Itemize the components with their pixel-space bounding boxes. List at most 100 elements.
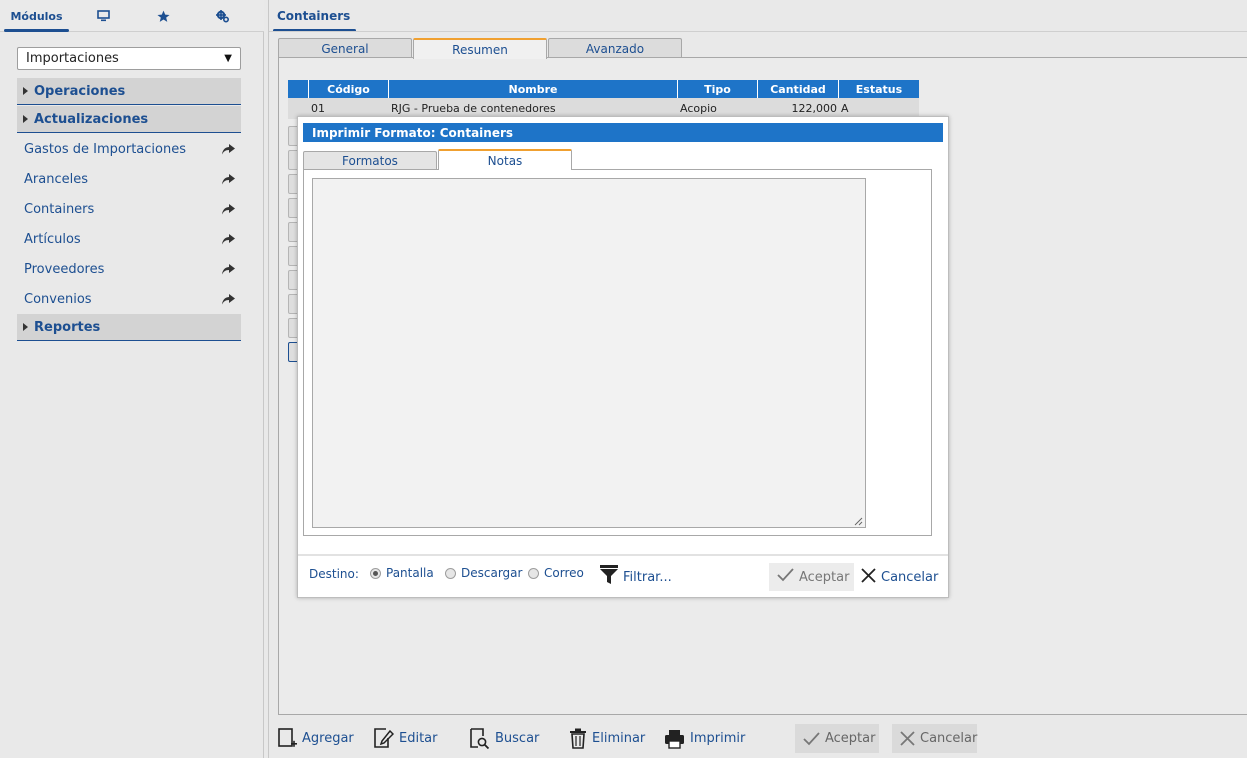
nav-item-articulos[interactable]: Artículos <box>17 224 241 254</box>
page-tab-label: Containers <box>277 9 351 23</box>
close-icon <box>900 731 915 746</box>
nav-item-label: Artículos <box>24 231 81 247</box>
grid-column-header[interactable]: Código <box>309 80 389 98</box>
caret-right-icon <box>23 87 28 95</box>
nav-item-label: Containers <box>24 201 95 217</box>
print-button[interactable]: Imprimir <box>664 724 745 753</box>
grid-header: Código Nombre Tipo Cantidad Estatus <box>288 80 919 98</box>
tab-formatos[interactable]: Formatos <box>303 151 437 170</box>
radio-button-selected[interactable] <box>370 567 381 579</box>
notes-textarea[interactable] <box>312 178 866 528</box>
dialog-title: Imprimir Formato: Containers <box>303 123 943 142</box>
share-arrow-icon <box>222 173 235 185</box>
share-arrow-icon <box>222 233 235 245</box>
add-button[interactable]: Agregar <box>278 724 354 753</box>
nav-item-aranceles[interactable]: Aranceles <box>17 164 241 194</box>
grid-header-selector <box>288 80 309 98</box>
left-panel: Módulos Importaciones ▼ Operaciones Actu… <box>0 0 264 758</box>
grid-column-header[interactable]: Tipo <box>678 80 758 98</box>
dialog-accept-button[interactable]: Aceptar <box>769 563 854 591</box>
monitor-icon <box>96 10 110 22</box>
search-button[interactable]: Buscar <box>470 724 539 753</box>
dialog-cancel-label: Cancelar <box>881 569 939 585</box>
module-select[interactable]: Importaciones ▼ <box>17 47 241 70</box>
dialog-accept-label: Aceptar <box>799 569 850 585</box>
dialog-cancel-button[interactable]: Cancelar <box>861 563 938 591</box>
search-document-icon <box>470 727 490 750</box>
destino-label: Destino: <box>309 567 359 581</box>
tab-label: Resumen <box>452 42 508 57</box>
share-arrow-icon <box>222 293 235 305</box>
notes-panel <box>303 169 932 536</box>
nav-item-containers[interactable]: Containers <box>17 194 241 224</box>
share-arrow-icon <box>222 263 235 275</box>
divider <box>298 554 948 556</box>
tab-avanzado[interactable]: Avanzado <box>548 38 682 58</box>
cancel-button[interactable]: Cancelar <box>892 724 977 753</box>
accept-button-label: Aceptar <box>825 731 876 746</box>
checkmark-icon <box>803 731 820 746</box>
tab-label: Notas <box>487 153 523 168</box>
edit-button-label: Editar <box>399 731 438 746</box>
tab-modulos-label: Módulos <box>10 9 63 23</box>
destino-label-text: Destino: <box>309 567 359 581</box>
grid-column-header[interactable]: Nombre <box>389 80 678 98</box>
tab-general[interactable]: General <box>278 38 412 58</box>
module-select-value: Importaciones <box>26 51 119 66</box>
nav-item-label: Proveedores <box>24 261 105 277</box>
radio-label: Pantalla <box>386 566 434 580</box>
cancel-button-label: Cancelar <box>920 731 978 746</box>
add-button-label: Agregar <box>302 731 354 746</box>
radio-button[interactable] <box>445 567 456 579</box>
radio-descargar[interactable]: Descargar <box>445 566 522 580</box>
share-arrow-icon <box>222 203 235 215</box>
tab-modulos[interactable]: Módulos <box>2 0 71 32</box>
nav-item-label: Gastos de Importaciones <box>24 141 186 157</box>
tab-settings[interactable] <box>191 0 255 32</box>
page-tab-containers[interactable]: Containers <box>271 0 357 32</box>
grid-column-header[interactable]: Cantidad <box>758 80 839 98</box>
delete-button[interactable]: Eliminar <box>569 724 645 753</box>
grid-column-header[interactable]: Estatus <box>839 80 919 98</box>
edit-button[interactable]: Editar <box>374 724 438 753</box>
nav-item-convenios[interactable]: Convenios <box>17 284 241 314</box>
nav-item-proveedores[interactable]: Proveedores <box>17 254 241 284</box>
nav-item-label: Aranceles <box>24 171 88 187</box>
section-label: Operaciones <box>34 83 126 99</box>
filter-button[interactable]: Filtrar... <box>600 563 672 591</box>
add-document-icon <box>278 727 297 750</box>
section-operaciones[interactable]: Operaciones <box>17 78 241 105</box>
nav-item-gastos[interactable]: Gastos de Importaciones <box>17 134 241 164</box>
radio-correo[interactable]: Correo <box>528 566 584 580</box>
tab-label: Avanzado <box>585 41 645 56</box>
containers-grid: Código Nombre Tipo Cantidad Estatus 01 R… <box>288 80 919 119</box>
left-tab-bar: Módulos <box>0 0 264 32</box>
gears-icon <box>216 9 230 23</box>
resize-grip-icon[interactable] <box>853 515 863 526</box>
tab-resumen[interactable]: Resumen <box>413 38 547 59</box>
print-format-dialog: Imprimir Formato: Containers Formatos No… <box>297 116 949 598</box>
section-actualizaciones[interactable]: Actualizaciones <box>17 106 241 133</box>
radio-pantalla[interactable]: Pantalla <box>370 566 434 580</box>
radio-button[interactable] <box>528 567 539 579</box>
close-icon <box>861 567 876 587</box>
funnel-icon <box>600 565 618 589</box>
filter-button-label: Filtrar... <box>623 569 672 585</box>
printer-icon <box>664 729 685 749</box>
trash-icon <box>569 728 587 749</box>
accept-button[interactable]: Aceptar <box>795 724 879 753</box>
section-label: Actualizaciones <box>34 111 149 127</box>
star-icon <box>156 10 170 23</box>
checkmark-icon <box>777 568 794 586</box>
section-label: Reportes <box>34 319 101 335</box>
tab-monitor[interactable] <box>71 0 135 32</box>
chevron-down-icon: ▼ <box>224 53 232 64</box>
tab-label: Formatos <box>342 154 398 168</box>
tab-favorites[interactable] <box>135 0 191 32</box>
edit-document-icon <box>374 727 394 750</box>
print-button-label: Imprimir <box>690 731 746 746</box>
section-reportes[interactable]: Reportes <box>17 314 241 341</box>
caret-right-icon <box>23 323 28 331</box>
share-arrow-icon <box>222 143 235 155</box>
tab-notas[interactable]: Notas <box>438 149 572 170</box>
